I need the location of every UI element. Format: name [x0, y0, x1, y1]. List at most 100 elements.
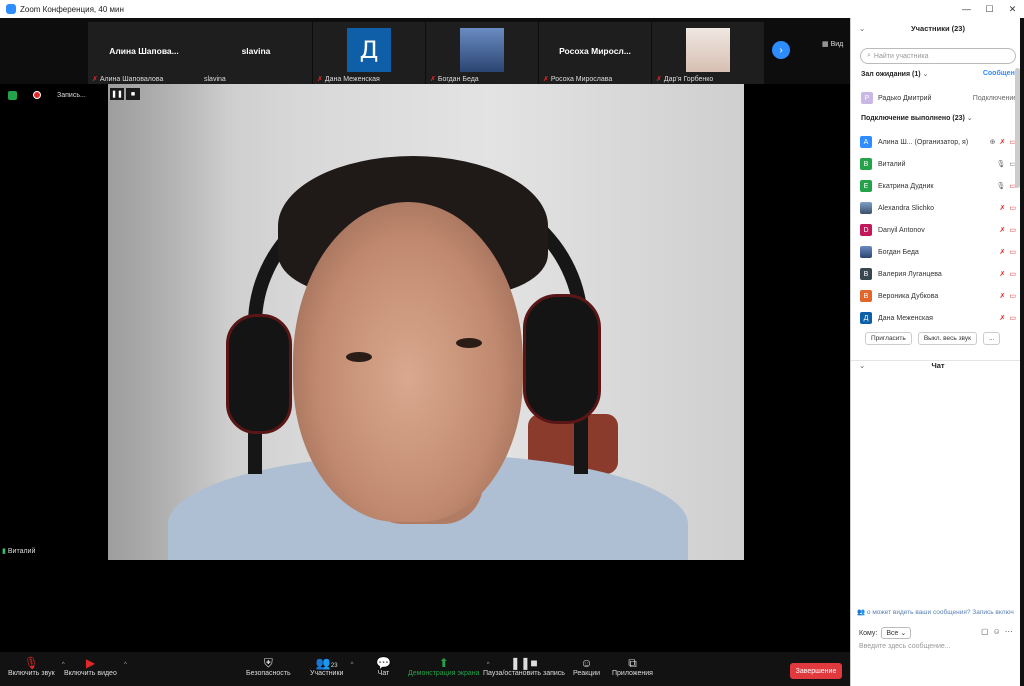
chevron-up-icon[interactable]: ^ [124, 662, 127, 668]
chevron-down-icon: ⌄ [964, 115, 973, 122]
people-icon: 👥 [857, 609, 867, 616]
stop-recording-icon[interactable]: ■ [126, 88, 140, 100]
avatar-photo [460, 28, 504, 72]
avatar: D [860, 224, 872, 236]
mic-off-icon: ✗ [656, 76, 662, 83]
emoji-icon: ☺ [580, 656, 593, 670]
audio-button[interactable]: 🎙 Включить звук ^ [8, 656, 65, 677]
chevron-down-icon: ⌄ [922, 71, 929, 78]
thumb-slavina[interactable]: slavina slavina [200, 22, 312, 84]
mic-muted-icon: 🎙 [23, 656, 39, 670]
search-input[interactable]: ⌕ Найти участника [860, 48, 1016, 64]
reactions-label: Реакции [573, 670, 601, 677]
list-item[interactable]: D Danyil Antonov ✗ ▭ [860, 219, 1016, 241]
minimize-icon[interactable]: — [955, 0, 978, 18]
window-controls: — ☐ ✕ [955, 0, 1024, 18]
end-meeting-button[interactable]: Завершение [790, 663, 842, 679]
mic-off-icon: ✗ [92, 76, 98, 83]
chat-button[interactable]: 💬 Чат [376, 656, 391, 677]
chat-label: Чат [377, 670, 390, 677]
avatar: В [860, 158, 872, 170]
title-bar: Zoom Конференция, 40 мин — ☐ ✕ [0, 0, 1024, 18]
maximize-icon[interactable]: ☐ [978, 0, 1001, 18]
participant-name: Богдан Беда [878, 248, 919, 256]
mic-off-icon: ✗ [317, 76, 323, 83]
thumb-display-name: Росоха Миросл... [559, 46, 631, 56]
grid-icon: ▦ [822, 41, 831, 48]
camera-off-icon: ▶ [85, 656, 96, 670]
close-icon[interactable]: ✕ [1001, 0, 1024, 18]
participants-header: ⌄ Участники (23) [851, 24, 1024, 38]
participant-name: Валерия Луганцева [878, 270, 942, 278]
chat-title: Чат [931, 361, 945, 370]
thumb-dana[interactable]: Д ✗ Дана Меженская [313, 22, 425, 84]
apps-button[interactable]: ⧉ Приложения [612, 656, 653, 677]
thumb-display-name: slavina [241, 46, 271, 56]
record-button[interactable]: ❚❚■ Пауза/остановить запись [483, 656, 565, 677]
connected-title: Подключение выполнено (23) [861, 115, 965, 122]
file-icon[interactable]: ▢ [981, 627, 989, 636]
mic-off-icon: ✗ [999, 139, 1006, 146]
thumb-label: ✗ Дар'я Горбенко [656, 75, 714, 84]
connected-header[interactable]: Подключение выполнено (23) ⌄ [861, 114, 973, 122]
thumb-rosokha[interactable]: Росоха Миросл... ✗ Росоха Мирослава [539, 22, 651, 84]
recipient-select[interactable]: Все ⌄ [881, 627, 912, 639]
headphone-cup-right [523, 294, 601, 424]
participants-icon: 👥23 [315, 656, 338, 670]
emoji-icon[interactable]: ☺ [993, 627, 1001, 636]
participants-button[interactable]: 👥23 Участники ^ [310, 656, 353, 677]
avatar: Д [860, 312, 872, 324]
chat-visibility-note[interactable]: 👥 о может видеть ваши сообщения? Запись … [857, 608, 1024, 616]
chevron-up-icon[interactable]: ^ [351, 662, 354, 668]
chat-icon: 💬 [376, 656, 391, 670]
list-item[interactable]: Alexandra Slichko ✗ ▭ [860, 197, 1016, 219]
avatar-photo [860, 202, 872, 214]
list-item[interactable]: А Алина Ш... (Организатор, я) ⊕ ✗ ▭ [860, 131, 1016, 153]
security-button[interactable]: ⛨ Безопасность [246, 656, 291, 677]
meeting-toolbar: 🎙 Включить звук ^ ▶ Включить видео ^ ⛨ Б… [0, 652, 850, 686]
search-icon: ⌕ [867, 52, 871, 59]
more-button[interactable]: ... [982, 332, 1001, 345]
video-label: Включить видео [64, 670, 117, 677]
search-placeholder: Найти участника [873, 52, 929, 60]
waiting-room-header[interactable]: Зал ожидания (1) ⌄ Сообщение [861, 70, 1023, 78]
avatar: В [860, 290, 872, 302]
thumb-daria[interactable]: ✗ Дар'я Горбенко [652, 22, 764, 84]
camera-off-icon: ▭ [1009, 249, 1016, 256]
thumb-bogdan[interactable]: ✗ Богдан Беда [426, 22, 538, 84]
chat-input[interactable]: Введите здесь сообщение... [859, 643, 951, 650]
next-page-button[interactable]: › [772, 41, 790, 59]
chevron-down-icon[interactable]: ⌄ [859, 24, 865, 33]
list-item[interactable]: В Вероника Дубкова ✗ ▭ [860, 285, 1016, 307]
list-item[interactable]: В Виталий 🎙 ▭ [860, 153, 1016, 175]
invite-button[interactable]: Пригласить [865, 332, 912, 345]
waiting-participant[interactable]: Р Радько Дмитрий Подключение... [861, 91, 1023, 105]
shield-icon: ⛨ [263, 656, 273, 670]
thumb-label: ✗ Дана Меженская [317, 75, 380, 84]
list-item[interactable]: Богдан Беда ✗ ▭ [860, 241, 1016, 263]
more-icon[interactable]: ⋯ [1005, 627, 1013, 636]
chevron-down-icon[interactable]: ⌄ [859, 361, 865, 370]
camera-off-icon: ▭ [1009, 315, 1016, 322]
video-button[interactable]: ▶ Включить видео ^ [64, 656, 127, 677]
security-label: Безопасность [246, 670, 291, 677]
view-button[interactable]: ▦ Вид [822, 40, 843, 48]
mute-all-button[interactable]: Выкл. весь звук [917, 332, 977, 345]
participant-strip: Алина Шапова... ✗ Алина Шаповалова slavin… [0, 18, 850, 84]
share-status-icon: ⊕ [989, 139, 996, 146]
pause-recording-icon[interactable]: ❚❚ [110, 88, 124, 100]
thumb-alina[interactable]: Алина Шапова... ✗ Алина Шаповалова [88, 22, 200, 84]
list-item[interactable]: Е Екатрина Дудник 🎙 ▭ [860, 175, 1016, 197]
list-item[interactable]: Д Дана Меженская ✗ ▭ [860, 307, 1016, 329]
audio-label: Включить звук [8, 670, 55, 677]
camera-off-icon: ▭ [1009, 293, 1016, 300]
chat-recipient: Кому: Все ⌄ [859, 627, 912, 639]
camera-off-icon: ▭ [1009, 227, 1016, 234]
reactions-button[interactable]: ☺ Реакции [573, 656, 600, 677]
list-item[interactable]: В Валерия Луганцева ✗ ▭ [860, 263, 1016, 285]
avatar: Р [861, 92, 873, 104]
recording-controls: ❚❚ ■ [110, 88, 140, 100]
share-screen-button[interactable]: ⬆ Демонстрация экрана ^ [408, 656, 490, 677]
desktop-edge [1020, 18, 1024, 686]
record-dot-icon [33, 91, 41, 99]
